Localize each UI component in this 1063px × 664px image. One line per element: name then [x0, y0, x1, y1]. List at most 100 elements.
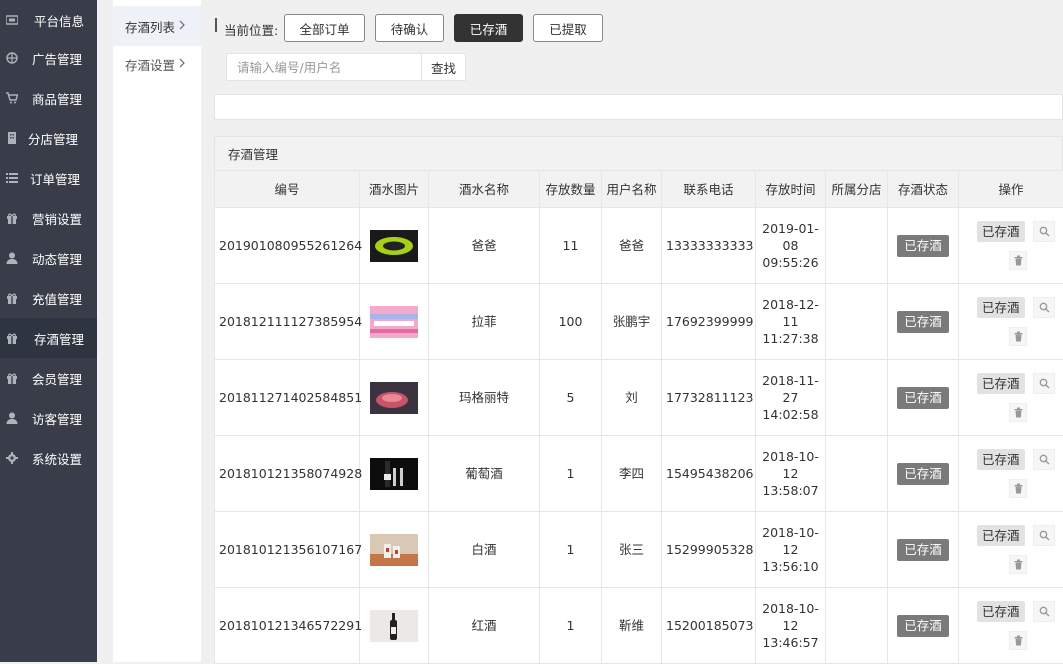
column-header-status: 存酒状态	[888, 171, 959, 208]
stored-button[interactable]: 已存酒	[977, 373, 1025, 394]
search-icon	[1039, 302, 1050, 313]
gift-icon	[6, 292, 18, 304]
globe-icon	[6, 52, 18, 64]
time-line: 08	[760, 237, 821, 254]
sidebar-item-visitors[interactable]: 访客管理	[0, 398, 97, 438]
cell-branch	[826, 436, 888, 512]
cell-actions: 已存酒	[959, 588, 1063, 664]
view-button[interactable]	[1033, 297, 1055, 318]
sidebar-item-marketing[interactable]: 营销设置	[0, 198, 97, 238]
column-header-actions: 操作	[959, 171, 1063, 208]
view-button[interactable]	[1033, 221, 1055, 242]
cell-image	[360, 588, 429, 664]
delete-button[interactable]	[1009, 555, 1027, 574]
cell-quantity: 11	[540, 208, 602, 284]
view-button[interactable]	[1033, 601, 1055, 622]
sidebar-item-ads[interactable]: 广告管理	[0, 38, 97, 78]
delete-button[interactable]	[1009, 631, 1027, 650]
time-line: 2019-01-	[760, 220, 821, 237]
time-line: 2018-12-	[760, 296, 821, 313]
wine-thumbnail	[370, 230, 418, 262]
sidebar-item-label: 会员管理	[32, 369, 82, 388]
gear-icon	[6, 452, 18, 464]
stored-button[interactable]: 已存酒	[977, 221, 1025, 242]
sidebar-item-system-settings[interactable]: 系统设置	[0, 438, 97, 478]
cell-user: 张三	[602, 512, 662, 588]
column-header-user: 用户名称	[602, 171, 662, 208]
sidebar-item-label: 存酒管理	[34, 329, 84, 348]
search-icon	[1039, 530, 1050, 541]
cell-actions: 已存酒	[959, 284, 1063, 360]
sidebar-item-dynamics[interactable]: 动态管理	[0, 238, 97, 278]
tab-stored[interactable]: 已存酒	[454, 14, 523, 42]
cell-actions: 已存酒	[959, 436, 1063, 512]
cell-name: 拉菲	[429, 284, 540, 360]
cell-image	[360, 208, 429, 284]
sidebar-item-orders[interactable]: 订单管理	[0, 158, 97, 198]
view-button[interactable]	[1033, 373, 1055, 394]
trash-icon	[1013, 255, 1024, 266]
cell-status: 已存酒	[888, 360, 959, 436]
cell-id: 201811271402584851	[215, 360, 360, 436]
status-badge: 已存酒	[897, 539, 949, 561]
stored-button[interactable]: 已存酒	[977, 297, 1025, 318]
sidebar-item-label: 分店管理	[28, 129, 78, 148]
stored-button[interactable]: 已存酒	[977, 601, 1025, 622]
gift-icon	[6, 372, 18, 384]
breadcrumb-marker	[215, 18, 217, 32]
table-row: 201811271402584851玛格丽特5刘177328111232018-…	[215, 360, 1063, 436]
time-line: 14:02:58	[760, 406, 821, 423]
time-line: 12	[760, 465, 821, 482]
cell-user: 爸爸	[602, 208, 662, 284]
cell-phone: 17732811123	[662, 360, 756, 436]
delete-button[interactable]	[1009, 403, 1027, 422]
submenu-item-label: 存酒列表	[125, 17, 175, 36]
sidebar-item-label: 营销设置	[32, 209, 82, 228]
stored-button[interactable]: 已存酒	[977, 449, 1025, 470]
cell-user: 李四	[602, 436, 662, 512]
cell-branch	[826, 512, 888, 588]
cell-status: 已存酒	[888, 208, 959, 284]
column-header-id: 编号	[215, 171, 360, 208]
cell-name: 红酒	[429, 588, 540, 664]
column-header-phone: 联系电话	[662, 171, 756, 208]
search-button[interactable]: 查找	[421, 53, 466, 81]
delete-button[interactable]	[1009, 327, 1027, 346]
cell-id: 201812111127385954	[215, 284, 360, 360]
column-header-time: 存放时间	[756, 171, 826, 208]
time-line: 11:27:38	[760, 330, 821, 347]
sidebar-item-platform-info[interactable]: 平台信息	[0, 0, 97, 40]
cell-name: 白酒	[429, 512, 540, 588]
table-header-row: 编号 酒水图片 酒水名称 存放数量 用户名称 联系电话 存放时间 所属分店 存酒…	[215, 171, 1063, 208]
sidebar-item-wine-storage[interactable]: 存酒管理	[0, 318, 97, 358]
cell-user: 刘	[602, 360, 662, 436]
sidebar-item-branches[interactable]: 分店管理	[0, 118, 97, 158]
time-line: 27	[760, 389, 821, 406]
sidebar-item-label: 访客管理	[32, 409, 82, 428]
cell-name: 爸爸	[429, 208, 540, 284]
tab-all-orders[interactable]: 全部订单	[284, 14, 365, 42]
trash-icon	[1013, 331, 1024, 342]
submenu-item-wine-list[interactable]: 存酒列表	[113, 6, 201, 46]
cell-actions: 已存酒	[959, 208, 1063, 284]
sidebar-item-label: 充值管理	[32, 289, 82, 308]
row-actions: 已存酒	[959, 360, 1063, 435]
delete-button[interactable]	[1009, 479, 1027, 498]
tab-withdrawn[interactable]: 已提取	[533, 14, 603, 42]
submenu-item-wine-settings[interactable]: 存酒设置	[113, 44, 201, 84]
sidebar-item-products[interactable]: 商品管理	[0, 78, 97, 118]
time-line: 2018-11-	[760, 372, 821, 389]
time-line: 11	[760, 313, 821, 330]
delete-button[interactable]	[1009, 251, 1027, 270]
tab-pending[interactable]: 待确认	[375, 14, 444, 42]
view-button[interactable]	[1033, 449, 1055, 470]
stored-button[interactable]: 已存酒	[977, 525, 1025, 546]
cell-quantity: 100	[540, 284, 602, 360]
sidebar-item-recharge[interactable]: 充值管理	[0, 278, 97, 318]
cell-name: 玛格丽特	[429, 360, 540, 436]
sidebar-item-label: 广告管理	[32, 49, 82, 68]
view-button[interactable]	[1033, 525, 1055, 546]
search-input[interactable]	[226, 53, 422, 81]
sidebar-item-members[interactable]: 会员管理	[0, 358, 97, 398]
cell-phone: 13333333333	[662, 208, 756, 284]
